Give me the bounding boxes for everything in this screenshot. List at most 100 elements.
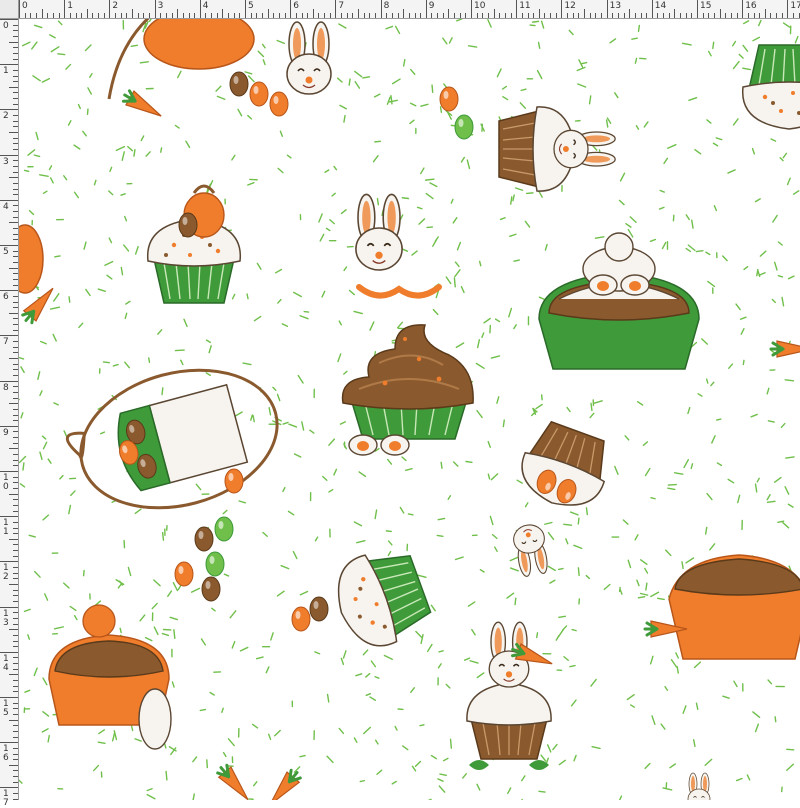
sprinkle: [767, 495, 770, 500]
jelly-bean-icon: [455, 115, 473, 139]
sprinkle: [645, 569, 648, 574]
sprinkle: [773, 215, 777, 222]
sprinkle: [451, 199, 453, 203]
sprinkle: [19, 357, 24, 359]
sprinkle: [421, 168, 424, 174]
ruler-minor-tick: [352, 13, 353, 18]
sprinkle: [374, 156, 379, 162]
sprinkle: [706, 527, 707, 534]
sprinkle: [387, 97, 390, 104]
sprinkle: [426, 194, 433, 199]
sprinkle: [168, 591, 172, 596]
sprinkle: [75, 192, 79, 197]
sprinkle: [269, 734, 271, 739]
sprinkle: [59, 21, 62, 24]
sprinkle: [480, 570, 484, 572]
sprinkle: [628, 230, 632, 237]
sprinkle: [736, 304, 740, 310]
sprinkle: [592, 747, 600, 749]
sprinkle: [444, 758, 448, 760]
ruler-minor-tick: [205, 13, 206, 18]
ruler-minor-tick: [53, 13, 54, 18]
sprinkle: [44, 442, 47, 448]
ruler-minor-tick: [13, 115, 18, 116]
sprinkle: [363, 77, 370, 78]
sprinkle: [744, 267, 748, 270]
ruler-minor-tick: [13, 482, 18, 483]
sprinkle: [196, 484, 200, 489]
sprinkle: [757, 270, 758, 276]
sprinkle: [507, 593, 514, 598]
sprinkle: [620, 590, 622, 594]
ruler-minor-tick: [499, 13, 500, 18]
sprinkle: [571, 512, 578, 515]
sprinkle: [440, 774, 446, 775]
sprinkle: [454, 278, 455, 287]
sprinkle: [322, 291, 325, 297]
sprinkle: [269, 408, 270, 415]
sprinkle: [247, 294, 248, 299]
ruler-label: 9: [429, 2, 435, 11]
sprinkle: [595, 237, 603, 238]
ruler-minor-tick: [13, 239, 18, 240]
sprinkle: [38, 372, 40, 379]
ruler-minor-tick: [13, 793, 18, 794]
sprinkle: [437, 535, 443, 536]
ruler-label: 0: [3, 483, 9, 492]
sprinkle: [470, 661, 478, 663]
sprinkle: [181, 360, 183, 364]
sprinkle: [58, 54, 65, 55]
sprinkle: [363, 650, 367, 655]
sprinkle: [55, 627, 64, 629]
sprinkle: [141, 136, 143, 141]
sprinkle: [94, 180, 95, 184]
sprinkle: [84, 570, 85, 575]
sprinkle: [280, 131, 282, 136]
ruler-minor-tick: [13, 567, 18, 568]
sprinkle: [406, 469, 412, 471]
sprinkle: [35, 572, 40, 578]
ruler-major-tick: [0, 561, 18, 562]
sprinkle: [418, 207, 422, 208]
sprinkle: [686, 558, 694, 563]
sprinkle: [527, 193, 533, 194]
ruler-minor-tick: [9, 358, 18, 359]
ruler-minor-tick: [13, 431, 18, 432]
ruler-minor-tick: [13, 646, 18, 647]
sprinkle: [691, 464, 692, 469]
sprinkle: [416, 762, 421, 767]
sprinkle: [84, 242, 86, 249]
sprinkle: [232, 642, 234, 648]
sprinkle: [135, 739, 141, 741]
sprinkle: [635, 58, 636, 63]
sprinkle: [710, 544, 715, 550]
sprinkle: [298, 376, 303, 383]
sprinkle: [641, 560, 647, 564]
sprinkle: [224, 753, 226, 757]
sprinkle: [98, 742, 105, 743]
sprinkle: [410, 120, 414, 123]
ruler-minor-tick: [9, 132, 18, 133]
sprinkle: [147, 795, 155, 799]
sprinkle: [753, 149, 755, 154]
ruler-major-tick: [0, 19, 18, 20]
ruler-minor-tick: [13, 759, 18, 760]
sprinkle: [64, 583, 69, 588]
sprinkle: [431, 605, 435, 610]
sprinkle: [170, 617, 177, 619]
ruler-minor-tick: [13, 36, 18, 37]
sprinkle: [152, 603, 157, 608]
sprinkle: [778, 242, 782, 245]
sprinkle: [273, 387, 276, 390]
sprinkle: [125, 216, 127, 220]
ruler-minor-tick: [13, 782, 18, 783]
sprinkle: [652, 716, 655, 724]
ruler-minor-tick: [13, 477, 18, 478]
sprinkle: [757, 478, 759, 482]
sprinkle: [393, 79, 400, 84]
sprinkle: [733, 42, 736, 46]
sprinkle: [660, 207, 664, 209]
ruler-minor-tick: [13, 98, 18, 99]
jelly-bean-icon: [215, 517, 233, 541]
carrot-icon: [264, 767, 303, 800]
